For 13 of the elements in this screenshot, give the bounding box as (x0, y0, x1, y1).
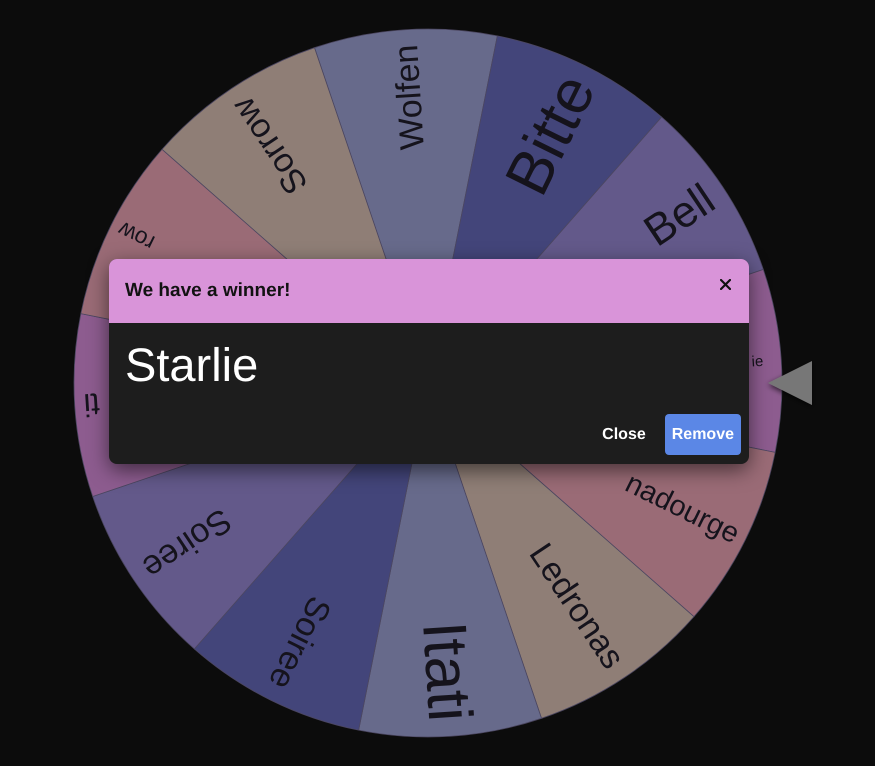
close-button[interactable]: Close (595, 414, 653, 455)
close-icon (720, 279, 731, 290)
dialog-title: We have a winner! (125, 280, 290, 302)
segment-label: Itati (409, 619, 484, 724)
winner-name: Starlie (125, 339, 258, 391)
segment-label: Wolfen (387, 43, 432, 151)
segment-label: row (114, 216, 159, 256)
segment-label: Bitte (492, 64, 610, 206)
pointer-icon (768, 361, 812, 405)
segment-label: ie (751, 352, 764, 371)
segment-label: ti (82, 386, 101, 424)
dialog-close-button[interactable] (718, 277, 733, 292)
segment-label: Bell (635, 174, 724, 256)
